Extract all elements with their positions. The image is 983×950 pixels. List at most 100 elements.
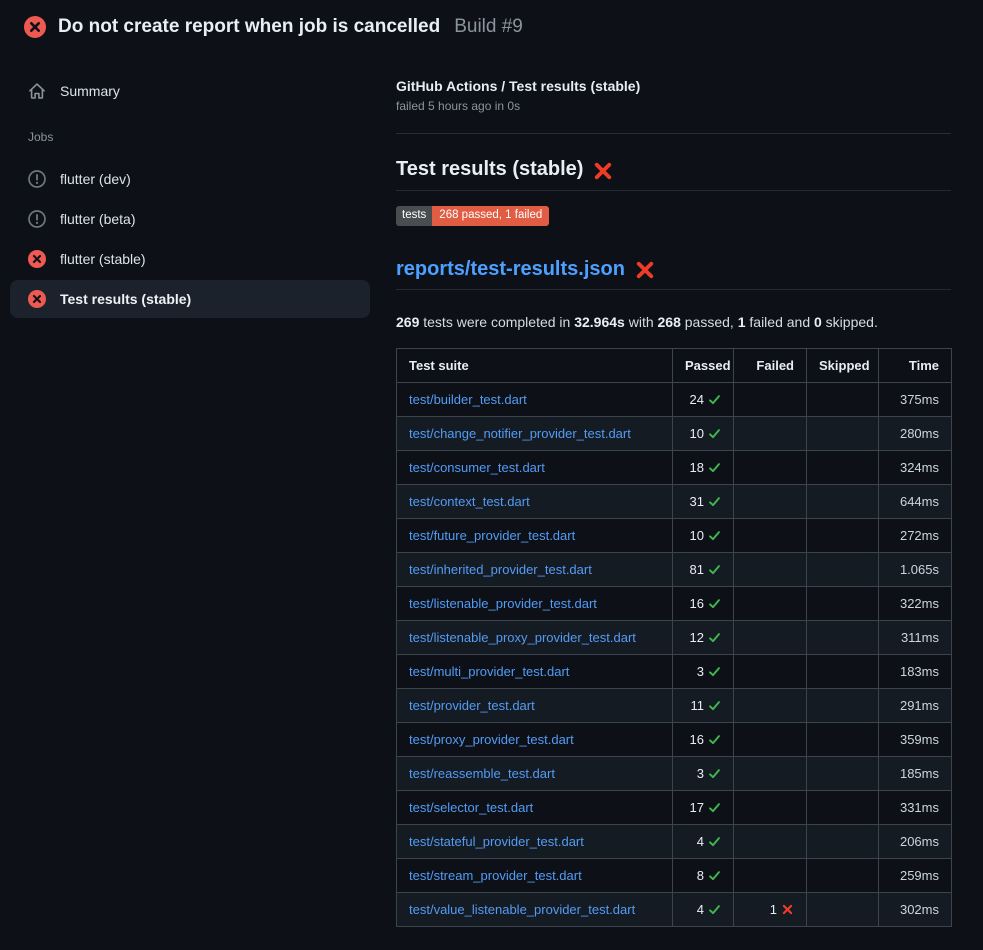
neutral-circle-icon	[28, 170, 46, 188]
passed-cell: 17	[673, 790, 734, 824]
test-suite-link[interactable]: test/proxy_provider_test.dart	[409, 732, 574, 747]
job-label: Test results (stable)	[60, 291, 191, 307]
table-row: test/selector_test.dart 17 331ms	[397, 790, 952, 824]
time-cell: 206ms	[879, 824, 952, 858]
table-row: test/change_notifier_provider_test.dart1…	[397, 416, 952, 450]
failed-cell	[734, 756, 807, 790]
test-suite-link[interactable]: test/multi_provider_test.dart	[409, 664, 569, 679]
failed-cell	[734, 654, 807, 688]
passed-cell: 16	[673, 586, 734, 620]
test-suite-link[interactable]: test/selector_test.dart	[409, 800, 533, 815]
test-suite-link[interactable]: test/context_test.dart	[409, 494, 530, 509]
summary-skipped: 0	[814, 314, 822, 330]
report-file-heading: reports/test-results.json	[396, 258, 951, 290]
column-header-test-suite: Test suite	[397, 348, 673, 382]
test-suite-link[interactable]: test/reassemble_test.dart	[409, 766, 555, 781]
badge-label: tests	[396, 206, 432, 226]
tests-status-badge: tests 268 passed, 1 failed	[396, 206, 549, 226]
home-icon	[28, 82, 46, 100]
test-suite-link[interactable]: test/provider_test.dart	[409, 698, 535, 713]
table-row: test/multi_provider_test.dart3183ms	[397, 654, 952, 688]
suite-cell: test/value_listenable_provider_test.dart	[397, 892, 673, 926]
column-header-failed: Failed	[734, 348, 807, 382]
suite-cell: test/proxy_provider_test.dart	[397, 722, 673, 756]
column-header-passed: Passed	[673, 348, 734, 382]
failed-cell	[734, 620, 807, 654]
time-cell: 302ms	[879, 892, 952, 926]
skipped-cell	[807, 892, 879, 926]
skipped-cell	[807, 790, 879, 824]
table-header-row: Test suite Passed Failed Skipped Time	[397, 348, 952, 382]
table-row: test/inherited_provider_test.dart811.065…	[397, 552, 952, 586]
skipped-cell	[807, 450, 879, 484]
suite-cell: test/context_test.dart	[397, 484, 673, 518]
time-cell: 280ms	[879, 416, 952, 450]
tests-summary-line: 269 tests were completed in 32.964s with…	[396, 314, 951, 330]
sidebar-job-test-results-stable-[interactable]: Test results (stable)	[10, 280, 370, 318]
test-suite-link[interactable]: test/inherited_provider_test.dart	[409, 562, 592, 577]
skipped-cell	[807, 382, 879, 416]
skipped-cell	[807, 416, 879, 450]
test-suite-link[interactable]: test/future_provider_test.dart	[409, 528, 575, 543]
suite-cell: test/multi_provider_test.dart	[397, 654, 673, 688]
time-cell: 359ms	[879, 722, 952, 756]
failed-cell	[734, 552, 807, 586]
test-suite-link[interactable]: test/stateful_provider_test.dart	[409, 834, 584, 849]
check-result-heading: Test results (stable)	[396, 158, 951, 191]
time-cell: 331ms	[879, 790, 952, 824]
suite-cell: test/consumer_test.dart	[397, 450, 673, 484]
summary-time: 32.964s	[574, 314, 625, 330]
check-result-title: Test results (stable)	[396, 158, 583, 181]
table-row: test/stream_provider_test.dart8259ms	[397, 858, 952, 892]
test-suite-link[interactable]: test/listenable_provider_test.dart	[409, 596, 597, 611]
test-suite-link[interactable]: test/change_notifier_provider_test.dart	[409, 426, 631, 441]
check-run-header: Do not create report when job is cancell…	[0, 0, 983, 48]
test-suite-link[interactable]: test/stream_provider_test.dart	[409, 868, 582, 883]
table-row: test/listenable_provider_test.dart 16 322m…	[397, 586, 952, 620]
table-row: test/provider_test.dart11291ms	[397, 688, 952, 722]
time-cell: 185ms	[879, 756, 952, 790]
skipped-cell	[807, 654, 879, 688]
job-label: flutter (beta)	[60, 211, 135, 227]
table-row: test/stateful_provider_test.dart4206ms	[397, 824, 952, 858]
sidebar-item-summary[interactable]: Summary	[10, 72, 370, 110]
jobs-section-label: Jobs	[10, 124, 370, 150]
suite-cell: test/reassemble_test.dart	[397, 756, 673, 790]
x-circle-icon	[28, 290, 46, 308]
sidebar-job-flutter-dev-[interactable]: flutter (dev)	[10, 160, 370, 198]
test-suite-link[interactable]: test/builder_test.dart	[409, 392, 527, 407]
summary-total: 269	[396, 314, 419, 330]
column-header-time: Time	[879, 348, 952, 382]
test-suite-link[interactable]: test/consumer_test.dart	[409, 460, 545, 475]
skipped-cell	[807, 688, 879, 722]
time-cell: 322ms	[879, 586, 952, 620]
report-file-link[interactable]: reports/test-results.json	[396, 258, 625, 281]
passed-cell: 10	[673, 518, 734, 552]
passed-cell: 31	[673, 484, 734, 518]
sidebar-job-flutter-stable-[interactable]: flutter (stable)	[10, 240, 370, 278]
skipped-cell	[807, 824, 879, 858]
sidebar-job-flutter-beta-[interactable]: flutter (beta)	[10, 200, 370, 238]
neutral-circle-icon	[28, 210, 46, 228]
table-row: test/context_test.dart31644ms	[397, 484, 952, 518]
red-cross-icon	[635, 260, 655, 280]
skipped-cell	[807, 858, 879, 892]
suite-cell: test/inherited_provider_test.dart	[397, 552, 673, 586]
failed-cell	[734, 858, 807, 892]
passed-cell: 12	[673, 620, 734, 654]
passed-cell: 81	[673, 552, 734, 586]
suite-cell: test/listenable_proxy_provider_test.dart	[397, 620, 673, 654]
time-cell: 272ms	[879, 518, 952, 552]
failed-status-icon	[24, 16, 46, 38]
summary-passed: 268	[658, 314, 681, 330]
sidebar-summary-label: Summary	[60, 83, 120, 99]
table-row: test/reassemble_test.dart3185ms	[397, 756, 952, 790]
badge-value: 268 passed, 1 failed	[432, 206, 549, 226]
suite-cell: test/provider_test.dart	[397, 688, 673, 722]
job-label: flutter (stable)	[60, 251, 146, 267]
suite-cell: test/builder_test.dart	[397, 382, 673, 416]
test-suite-link[interactable]: test/listenable_proxy_provider_test.dart	[409, 630, 636, 645]
suite-cell: test/stream_provider_test.dart	[397, 858, 673, 892]
section-divider	[396, 133, 951, 134]
test-suite-link[interactable]: test/value_listenable_provider_test.dart	[409, 902, 635, 917]
